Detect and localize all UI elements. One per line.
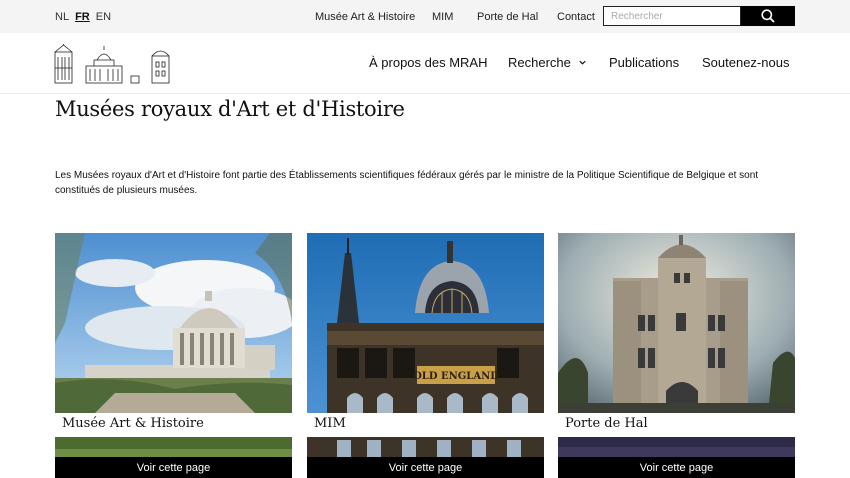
card-title-porte-de-hal[interactable]: Porte de Hal xyxy=(565,416,648,431)
nav-a-propos[interactable]: À propos des MRAH xyxy=(369,55,488,70)
nav-publications-label: Publications xyxy=(609,55,680,70)
top-link-mim[interactable]: MIM xyxy=(432,11,453,23)
card-porte-de-hal: Porte de Hal Voir cette page xyxy=(558,233,795,478)
nav-soutenez-nous-label: Soutenez-nous xyxy=(702,55,790,70)
card-mim: OLD ENGLAND MIM Voir cette page xyxy=(307,233,544,478)
card-button-mim[interactable]: Voir cette page xyxy=(307,457,544,478)
utility-bar: NL FR EN Musée Art & Histoire MIM Porte … xyxy=(0,0,850,33)
lang-nl[interactable]: NL xyxy=(55,11,69,23)
nav-recherche[interactable]: Recherche xyxy=(508,55,587,70)
page-title: Musées royaux d'Art et d'Histoire xyxy=(55,97,405,121)
intro-text: Les Musées royaux d'Art et d'Histoire fo… xyxy=(55,170,759,196)
card-strip-musee xyxy=(55,437,292,457)
card-button-musee[interactable]: Voir cette page xyxy=(55,457,292,478)
main-header: À propos des MRAH Recherche Publications… xyxy=(0,33,850,94)
card-image-mim[interactable]: OLD ENGLAND xyxy=(307,233,544,413)
card-title-musee[interactable]: Musée Art & Histoire xyxy=(62,416,204,431)
card-strip-mim xyxy=(307,437,544,457)
top-link-porte-de-hal[interactable]: Porte de Hal xyxy=(477,11,538,23)
chevron-down-icon xyxy=(579,60,586,65)
nav-a-propos-label: À propos des MRAH xyxy=(369,55,488,70)
nav-publications[interactable]: Publications xyxy=(609,55,679,70)
card-image-porte-de-hal[interactable] xyxy=(558,233,795,413)
card-musee-art-histoire: Musée Art & Histoire Voir cette page xyxy=(55,233,292,478)
top-link-musee-art-histoire[interactable]: Musée Art & Histoire xyxy=(315,11,415,23)
card-title-mim[interactable]: MIM xyxy=(314,416,346,431)
card-image-musee[interactable] xyxy=(55,233,292,413)
nav-soutenez-nous[interactable]: Soutenez-nous xyxy=(702,55,789,70)
lang-fr[interactable]: FR xyxy=(75,11,90,23)
museum-logo[interactable] xyxy=(54,44,174,84)
search-icon xyxy=(761,9,775,23)
search-button[interactable] xyxy=(741,6,795,26)
card-strip-porte-de-hal xyxy=(558,437,795,457)
card-button-porte-de-hal[interactable]: Voir cette page xyxy=(558,457,795,478)
nav-recherche-label: Recherche xyxy=(508,55,571,70)
language-switcher: NL FR EN xyxy=(55,11,111,23)
mim-sign-text: OLD ENGLAND xyxy=(413,371,499,382)
search-input[interactable] xyxy=(603,6,741,26)
lang-en[interactable]: EN xyxy=(96,11,111,23)
top-link-contact[interactable]: Contact xyxy=(557,11,595,23)
